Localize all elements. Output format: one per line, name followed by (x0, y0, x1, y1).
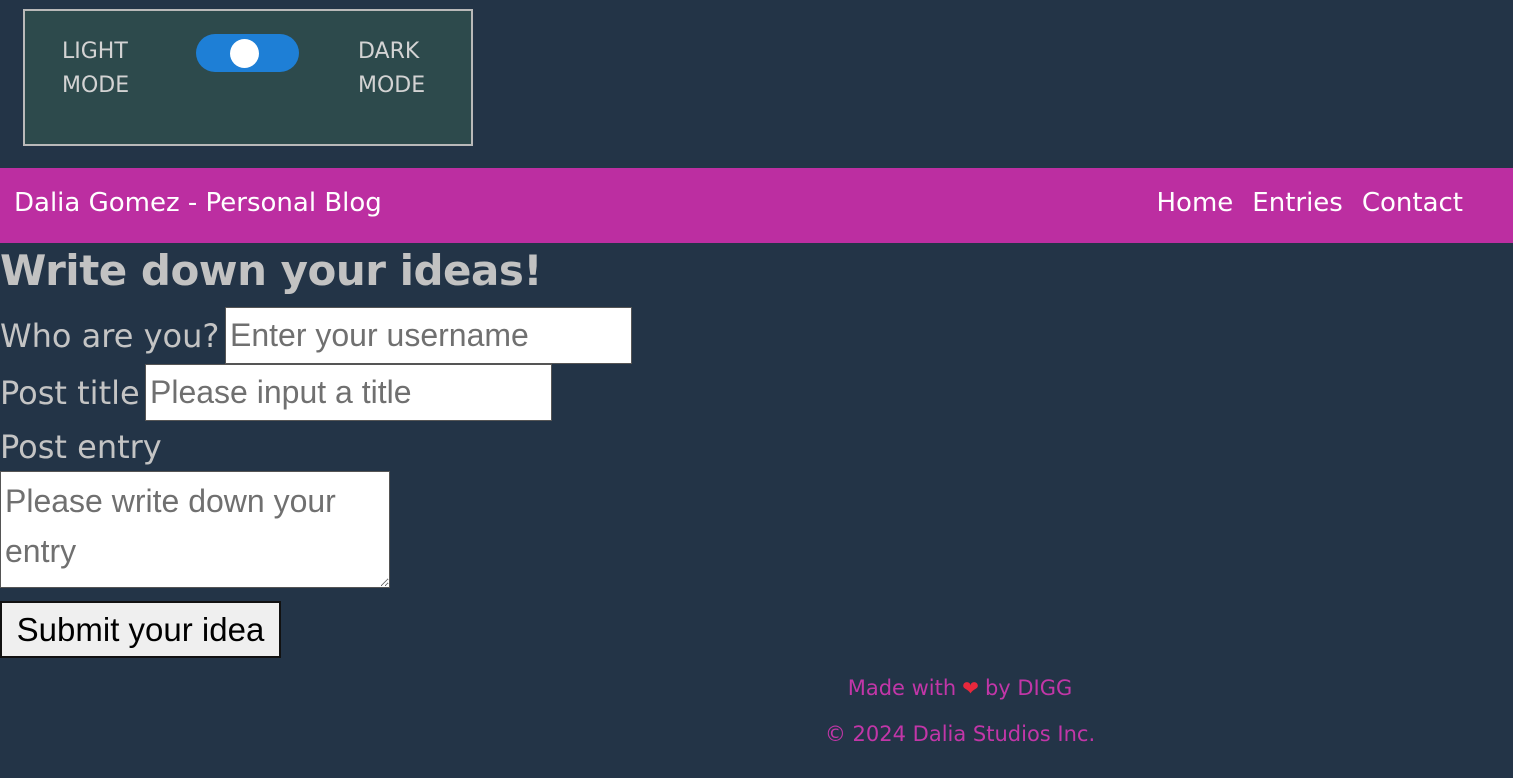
nav-links: Home Entries Contact (1157, 188, 1464, 218)
footer-made-suffix: by DIGG (984, 676, 1073, 700)
navbar: Dalia Gomez - Personal Blog Home Entries… (0, 168, 1513, 243)
light-mode-label: LIGHT MODE (62, 35, 152, 103)
post-title-input[interactable] (145, 364, 552, 421)
nav-link-contact[interactable]: Contact (1362, 188, 1463, 218)
footer-made-with: Made with ❤ by DIGG (700, 676, 1220, 700)
nav-link-home[interactable]: Home (1157, 188, 1234, 218)
nav-link-entries[interactable]: Entries (1252, 188, 1343, 218)
post-entry-textarea[interactable] (0, 471, 390, 588)
dark-mode-label: DARK MODE (358, 35, 448, 103)
theme-toggle-switch[interactable] (196, 34, 299, 72)
username-input[interactable] (225, 307, 632, 364)
theme-toggle-panel: LIGHT MODE DARK MODE (23, 9, 473, 146)
light-mode-label-line2: MODE (62, 73, 130, 98)
footer-made-prefix: Made with (847, 676, 957, 700)
heart-icon: ❤ (962, 676, 979, 700)
submit-button[interactable]: Submit your idea (0, 601, 281, 658)
site-brand-link[interactable]: Dalia Gomez - Personal Blog (14, 188, 382, 218)
page: LIGHT MODE DARK MODE Dalia Gomez - Perso… (0, 0, 1513, 778)
footer-copyright: © 2024 Dalia Studios Inc. (824, 722, 1096, 746)
toggle-knob (230, 39, 259, 68)
post-title-label: Post title (0, 374, 140, 412)
dark-mode-label-line2: MODE (358, 73, 426, 98)
post-entry-label: Post entry (0, 428, 162, 466)
username-label: Who are you? (0, 317, 220, 355)
page-title: Write down your ideas! (0, 246, 543, 295)
dark-mode-label-line1: DARK (358, 39, 420, 64)
light-mode-label-line1: LIGHT (62, 39, 128, 64)
